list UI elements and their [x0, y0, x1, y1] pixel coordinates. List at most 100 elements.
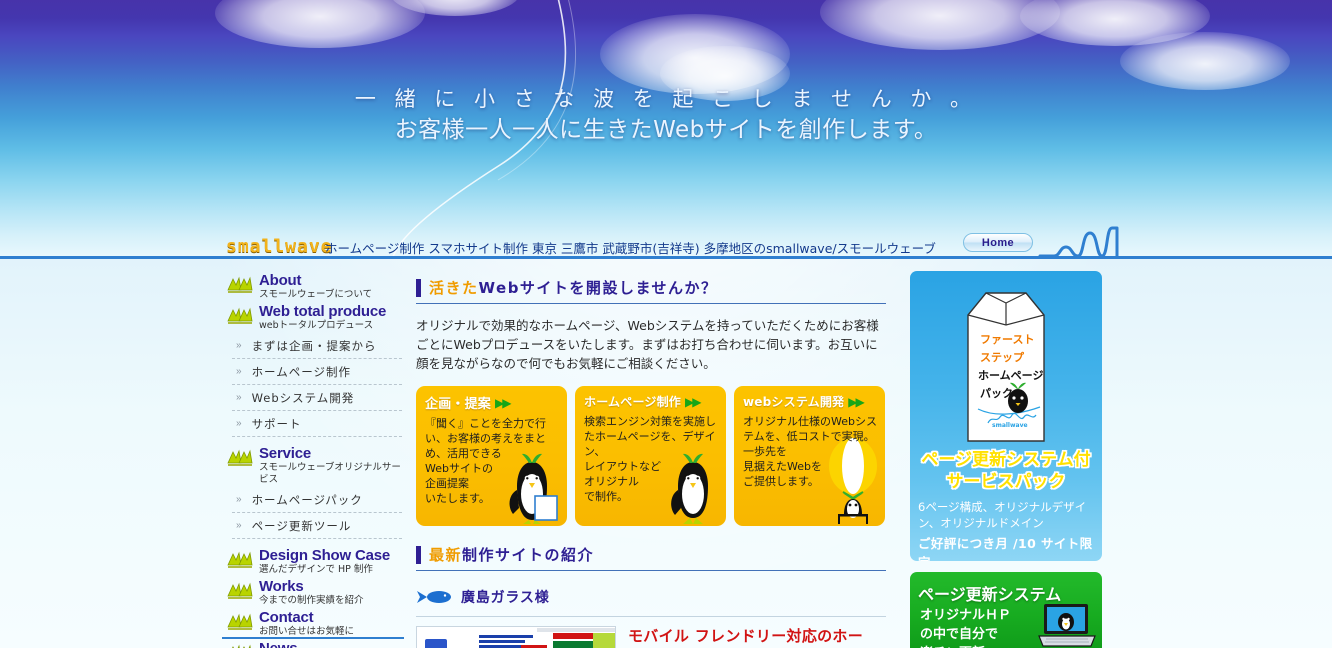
sidebar-item-contact[interactable]: Contact お問い合せはお気軽に — [226, 608, 402, 639]
sidebar-item-title: Web total produce — [259, 303, 387, 320]
right-sidebar: ファースト ステップ ホームページ パック smallwave ページ更新システ… — [910, 271, 1102, 648]
banner-subtitle: 6ページ構成、オリジナルデザイン、オリジナルドメイン — [918, 500, 1087, 530]
sidebar-item-title: Service — [259, 445, 311, 462]
work-divider — [416, 616, 886, 617]
sidebar-item-label: ページ更新ツール — [251, 518, 352, 533]
leaf-icon — [227, 276, 253, 293]
leaf-icon — [232, 644, 251, 648]
work-description: モバイル フレンドリー対応のホー — [628, 627, 864, 645]
sidebar-item-homepage-production[interactable]: » ホームページ制作 — [232, 359, 402, 385]
sidebar-item-subtitle: webトータルプロデュース — [259, 320, 374, 331]
sidebar-item-label: サポート — [251, 416, 302, 431]
page-root: 一 緒 に 小 さ な 波 を 起 こ し ま せ ん か 。 お客様一人一人に… — [0, 0, 1332, 648]
card-heading-label: 企画・提案 — [425, 397, 492, 412]
service-card-homepage[interactable]: ホームページ制作 ▶▶ 検索エンジン対策を実施したホームページを、デザイン、 レ… — [575, 386, 726, 526]
sidebar-item-web-system-dev[interactable]: » Webシステム開発 — [232, 385, 402, 411]
card-body: オリジナル仕様のWebシステムを、低コストで実現。 一歩先を 見据えたWebを … — [743, 415, 877, 488]
heading-rest: Webサイトを開設しませんか？ — [478, 279, 718, 297]
sidebar-item-subtitle: スモールウェーブについて — [259, 289, 373, 300]
hero-copy: 一 緒 に 小 さ な 波 を 起 こ し ま せ ん か 。 お客様一人一人に… — [0, 84, 1332, 146]
sidebar-item-label: まずは企画・提案から — [251, 338, 377, 353]
service-card-planning[interactable]: 企画・提案 ▶▶ 『聞く』ことを全力で行い、お客様の考えをまとめ、活用できる W… — [416, 386, 567, 526]
sidebar-divider — [222, 637, 404, 639]
svg-text:ステップ: ステップ — [980, 350, 1025, 364]
hero-banner: 一 緒 に 小 さ な 波 を 起 こ し ま せ ん か 。 お客様一人一人に… — [0, 0, 1332, 257]
card-heading: 企画・提案 ▶▶ — [416, 386, 567, 414]
sidebar-item-subtitle: スモールウェーブオリジナルサービス — [259, 462, 401, 485]
svg-text:ファースト: ファースト — [980, 333, 1034, 346]
double-arrow-icon: ▶▶ — [495, 395, 512, 410]
svg-text:パック: パック — [980, 387, 1013, 400]
sidebar-item-service[interactable]: Service スモールウェーブオリジナルサービス — [226, 444, 402, 487]
section-heading-works: 最新 制作サイトの紹介 — [416, 544, 886, 571]
banner-page-update-system[interactable]: ページ更新システム オリジナルＨＰ の中で自分で 楽チン更新 — [910, 572, 1102, 648]
sidebar-item-subtitle: 選んだデザインで HP 制作 — [259, 564, 373, 575]
wave-logo-icon — [1038, 226, 1119, 258]
sidebar-item-support[interactable]: » サポート — [232, 411, 402, 437]
card-body: 『聞く』ことを全力で行い、お客様の考えをまとめ、活用できる Webサイトの 企画… — [425, 417, 546, 505]
work-thumbnail[interactable] — [416, 626, 616, 648]
banner-service-pack[interactable]: ファースト ステップ ホームページ パック smallwave ページ更新システ… — [910, 271, 1102, 561]
work-entry-row: モバイル フレンドリー対応のホー — [416, 626, 886, 648]
sidebar-item-label: ホームページ制作 — [251, 364, 351, 379]
sidebar-item-news[interactable]: News 最新情報はこちら — [226, 639, 402, 648]
service-cards: 企画・提案 ▶▶ 『聞く』ことを全力で行い、お客様の考えをまとめ、活用できる W… — [416, 386, 886, 526]
sidebar-item-planning[interactable]: » まずは企画・提案から — [232, 333, 402, 359]
heading-highlight: 活きた — [429, 279, 479, 297]
page-body: About スモールウェーブについて Web total produce web… — [0, 259, 1332, 648]
chevron-right-icon: » — [236, 392, 242, 403]
banner-note: ご好評につき月 /10 サイト限定 — [918, 536, 1093, 561]
sidebar-item-homepage-pack[interactable]: » ホームページパック — [232, 487, 402, 513]
double-arrow-icon: ▶▶ — [848, 394, 865, 409]
chevron-right-icon: » — [236, 366, 242, 377]
chevron-right-icon: » — [236, 494, 242, 505]
chevron-right-icon: » — [236, 520, 242, 531]
leaf-icon — [227, 582, 253, 599]
chevron-right-icon: » — [236, 340, 242, 351]
double-arrow-icon: ▶▶ — [685, 394, 702, 409]
home-button[interactable]: Home — [963, 233, 1033, 252]
website-screenshot-icon — [417, 627, 615, 648]
laptop-penguin-icon — [1038, 604, 1096, 647]
left-sidebar: About スモールウェーブについて Web total produce web… — [226, 271, 402, 648]
chevron-right-icon: » — [236, 418, 242, 429]
milk-carton-icon: ファースト ステップ ホームページ パック smallwave — [967, 292, 1045, 442]
sidebar-item-design-show-case[interactable]: Design Show Case 選んだデザインで HP 制作 — [226, 546, 402, 577]
banner-title: ページ更新システム付 サービスパック — [921, 450, 1091, 492]
card-heading-label: ホームページ制作 — [584, 395, 682, 409]
sidebar-item-title: About — [259, 272, 302, 289]
service-card-websystem[interactable]: webシステム開発 ▶▶ オリジナル仕様のWebシステムを、低コストで実現。 一… — [734, 386, 885, 526]
card-heading: ホームページ制作 ▶▶ — [575, 386, 726, 412]
banner-body: オリジナルＨＰ の中で自分で 楽チン更新 — [920, 608, 1012, 648]
sidebar-item-title: Contact — [259, 609, 314, 626]
sidebar-item-page-update-tool[interactable]: » ページ更新ツール — [232, 513, 402, 539]
work-client-name: 廣島ガラス様 — [461, 590, 550, 606]
card-heading: webシステム開発 ▶▶ — [734, 386, 885, 412]
sidebar-item-title: Works — [259, 578, 304, 595]
sidebar-item-title: News — [259, 641, 335, 648]
card-heading-label: webシステム開発 — [743, 395, 845, 409]
sidebar-item-subtitle: 今までの制作実績を紹介 — [259, 595, 364, 606]
heading-highlight: 最新 — [429, 546, 463, 564]
leaf-icon — [227, 613, 253, 630]
leaf-icon — [227, 449, 253, 466]
site-tagline: ホームページ制作 スマホサイト制作 東京 三鷹市 武蔵野市(吉祥寺) 多摩地区の… — [325, 241, 936, 256]
leaf-icon — [227, 307, 253, 324]
sidebar-item-label: ホームページパック — [251, 492, 363, 507]
heading-accent-bar — [416, 278, 421, 297]
heading-accent-bar — [416, 545, 421, 564]
work-entry-header[interactable]: 廣島ガラス様 — [416, 587, 886, 607]
sidebar-item-works[interactable]: Works 今までの制作実績を紹介 — [226, 577, 402, 608]
heading-rest: 制作サイトの紹介 — [462, 546, 595, 564]
card-body: 検索エンジン対策を実施したホームページを、デザイン、 レイアウトなど オリジナル… — [584, 415, 716, 503]
sidebar-item-about[interactable]: About スモールウェーブについて — [226, 271, 402, 302]
section-heading-intro: 活きた Webサイトを開設しませんか？ — [416, 277, 886, 304]
fish-icon — [417, 591, 451, 603]
site-logo[interactable]: smallwave — [226, 236, 333, 257]
sidebar-item-title: Design Show Case — [259, 547, 391, 564]
sidebar-item-web-total-produce[interactable]: Web total produce webトータルプロデュース — [226, 302, 402, 333]
sidebar-item-label: Webシステム開発 — [251, 390, 355, 405]
svg-text:ホームページ: ホームページ — [978, 369, 1043, 382]
